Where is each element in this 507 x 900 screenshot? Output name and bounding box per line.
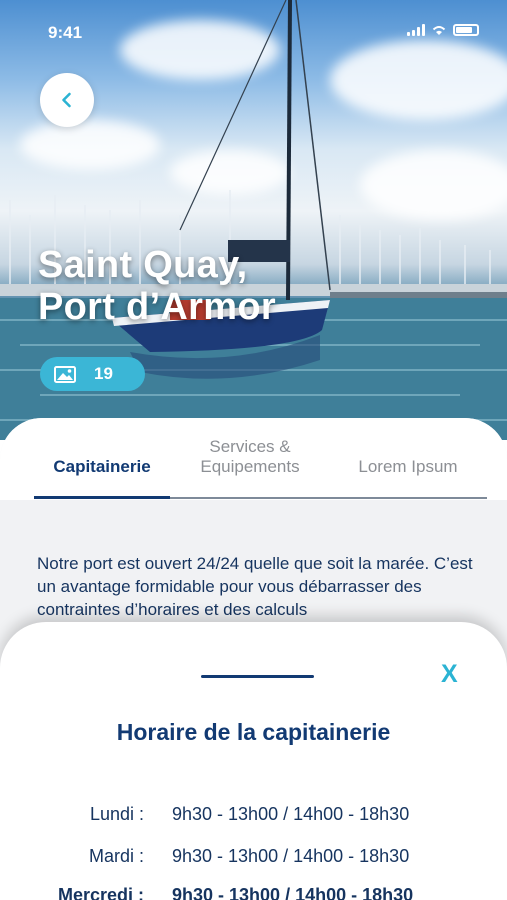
hours-day: Lundi : xyxy=(89,804,144,824)
signal-icon xyxy=(407,24,425,36)
chevron-left-icon xyxy=(62,92,71,108)
port-description: Notre port est ouvert 24/24 quelle que s… xyxy=(37,554,473,619)
tab-divider xyxy=(170,497,487,499)
sheet-title: Horaire de la capitainerie xyxy=(116,719,391,745)
hours-row-lundi: Lundi : 9h30 - 13h00 / 14h00 - 18h30 xyxy=(0,804,507,830)
photo-gallery-button[interactable]: 19 xyxy=(40,357,145,391)
hours-day: Mardi : xyxy=(88,846,144,866)
hero-image: 9:41 Saint Quay, Port d’Armor 19 xyxy=(0,0,507,440)
hours-time: 9h30 - 13h00 / 14h00 - 18h30 xyxy=(172,846,410,866)
tab-lorem-ipsum[interactable]: Lorem Ipsum xyxy=(340,457,476,477)
image-icon xyxy=(54,365,76,383)
tab-capitainerie[interactable]: Capitainerie xyxy=(34,457,170,477)
port-title-line1: Saint Quay, xyxy=(38,244,248,286)
hours-day: Mercredi : xyxy=(57,885,144,900)
photo-count: 19 xyxy=(94,364,113,383)
close-icon[interactable]: X xyxy=(441,660,458,689)
hours-row-mercredi: Mercredi : 9h30 - 13h00 / 14h00 - 18h30 xyxy=(0,885,507,900)
hours-time: 9h30 - 13h00 / 14h00 - 18h30 xyxy=(172,804,410,824)
status-bar: 9:41 xyxy=(0,0,507,60)
tab-services-equipements[interactable]: Services & Equipements xyxy=(180,437,320,477)
tab-services-label-line1: Services & xyxy=(209,437,291,456)
tab-services-label-line2: Equipements xyxy=(200,457,300,476)
battery-icon xyxy=(453,24,479,36)
hours-bottom-sheet: X Horaire de la capitainerie Lundi : 9h3… xyxy=(0,622,507,900)
wifi-icon xyxy=(432,26,446,35)
hours-time: 9h30 - 13h00 / 14h00 - 18h30 xyxy=(172,885,414,900)
tab-bar: Capitainerie Services & Equipements Lore… xyxy=(0,418,507,500)
hours-row-mardi: Mardi : 9h30 - 13h00 / 14h00 - 18h30 xyxy=(0,846,507,872)
back-button[interactable] xyxy=(40,73,94,127)
sheet-drag-handle[interactable] xyxy=(201,675,314,678)
port-title: Saint Quay, Port d’Armor xyxy=(38,244,276,328)
active-tab-indicator xyxy=(34,496,170,499)
status-time: 9:41 xyxy=(48,23,83,42)
status-icons xyxy=(407,24,479,36)
port-title-line2: Port d’Armor xyxy=(38,286,276,328)
